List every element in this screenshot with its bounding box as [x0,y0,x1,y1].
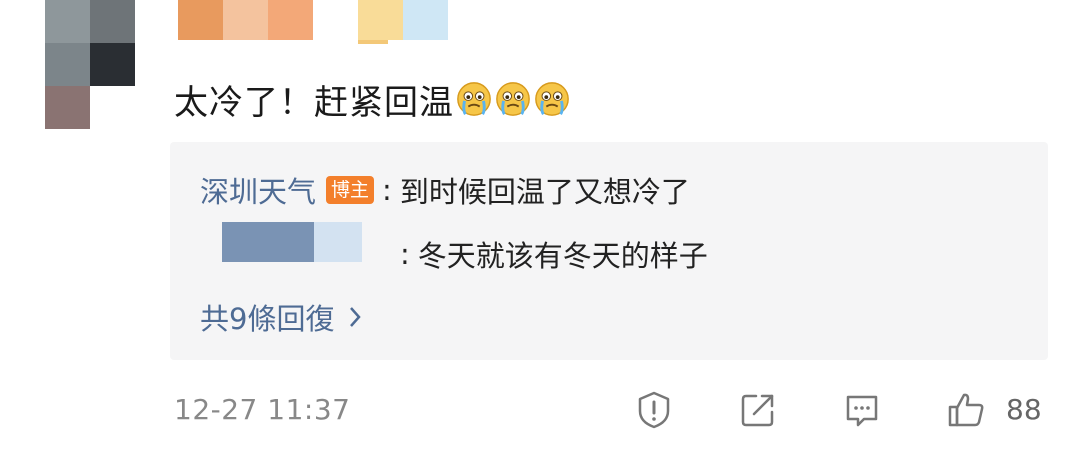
reply-item[interactable]: : 冬天就该有冬天的样子 [400,234,708,274]
more-replies-label: 共9條回復 [200,302,335,336]
like-count: 88 [1006,393,1042,426]
reply-text: 冬天就该有冬天的样子 [417,239,708,273]
comment-body: 太冷了！赶紧回温 [174,82,454,123]
crying-face-emoji [457,82,491,116]
comment-timestamp: 12-27 11:37 [174,393,351,426]
reply-separator: : [382,173,392,207]
reply-text: 到时候回温了又想冷了 [399,175,690,209]
report-icon[interactable] [634,390,674,430]
crying-face-emoji [535,82,569,116]
like-icon[interactable] [946,390,986,430]
comment-text: 太冷了！赶紧回温 [174,74,571,124]
reply-author[interactable]: 深圳天气 [200,169,316,211]
comment-icon[interactable] [842,390,882,430]
repost-icon[interactable] [738,390,778,430]
author-badge: 博主 [326,176,375,204]
avatar[interactable] [45,0,135,130]
chevron-right-icon [350,307,362,327]
reply-item[interactable]: 深圳天气 博主 : 到时候回温了又想冷了 [200,170,690,210]
commenter-username[interactable] [178,0,448,50]
crying-face-emoji [496,82,530,116]
more-replies-link[interactable]: 共9條回復 [200,296,362,338]
reply-separator: : [400,237,410,271]
reply-author-blurred[interactable] [222,222,362,262]
